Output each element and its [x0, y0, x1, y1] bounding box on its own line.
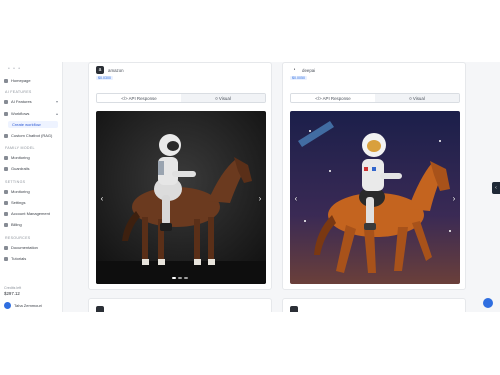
carousel-indicator: [172, 277, 190, 279]
sidebar-group-label: RESOURCES: [5, 236, 31, 240]
card-header: a amazon: [96, 66, 124, 74]
result-card-next-left: [88, 298, 272, 312]
card-icon: [4, 222, 8, 227]
sidebar-item-label: AI Features: [11, 99, 32, 104]
cost-badge: $0.0050: [290, 76, 307, 80]
credits-value: $297.12: [4, 291, 20, 296]
tab-api-response[interactable]: </> API Response: [291, 94, 375, 102]
credits-box: Credits left $297.12: [4, 286, 58, 296]
sidebar-item-ai-features[interactable]: AI Features ▾: [4, 98, 58, 105]
provider-name: amazon: [108, 67, 124, 73]
tab-api-response[interactable]: </> API Response: [97, 94, 181, 102]
sidebar-item-custom-chatbot[interactable]: Custom Chatbot (RAG): [4, 132, 58, 139]
sidebar-item-label: Homepage: [11, 78, 31, 83]
collapse-panel-button[interactable]: ‹: [492, 182, 500, 194]
deepai-logo-icon: ◔: [290, 66, 298, 74]
sidebar-item-label: Monitoring: [11, 189, 30, 194]
shield-icon: [4, 166, 8, 171]
sidebar-item-label: Account Management: [11, 211, 50, 216]
result-card-deepai: ◔ deepai $0.0050 </> API Response ¤ Visu…: [282, 62, 466, 290]
sparkle-icon: [4, 99, 8, 104]
sidebar-item-label: Custom Chatbot (RAG): [11, 133, 53, 138]
provider-logo-icon: [290, 306, 298, 312]
sidebar-item-homepage[interactable]: Homepage: [4, 77, 58, 84]
provider-name: deepai: [302, 67, 316, 73]
user-profile[interactable]: Taha Zemmouri: [4, 302, 42, 309]
chevron-up-icon: ▴: [55, 111, 58, 116]
image-illustration: [290, 111, 460, 284]
sidebar-item-label: Settings: [11, 200, 26, 205]
amazon-logo-icon: a: [96, 66, 104, 74]
sidebar-subitem-create-workflow[interactable]: Create workflow: [8, 121, 58, 128]
tab-visual[interactable]: ¤ Visual: [181, 94, 265, 102]
carousel-next-icon[interactable]: ›: [450, 193, 458, 203]
sidebar-item-label: Billing: [11, 222, 22, 227]
sidebar-item-billing[interactable]: Billing: [4, 221, 58, 228]
card-header: ◔ deepai: [290, 66, 315, 74]
sidebar-item-workflows[interactable]: Workflows ▴: [4, 110, 58, 117]
sidebar-item-monitoring[interactable]: Monitoring: [4, 154, 58, 161]
sidebar-item-label: Tutorials: [11, 256, 27, 261]
sidebar-subitem-label: Create workflow: [12, 122, 41, 127]
avatar: [4, 302, 11, 309]
app-frame: • • • Homepage AI FEATURES AI Features ▾…: [0, 62, 500, 312]
user-name: Taha Zemmouri: [14, 303, 42, 308]
result-card-next-right: [282, 298, 466, 312]
gear-icon: [4, 200, 8, 205]
carousel-prev-icon[interactable]: ‹: [292, 193, 300, 203]
sidebar-item-monitoring-settings[interactable]: Monitoring: [4, 188, 58, 195]
sidebar-group-label: SETTINGS: [5, 180, 26, 184]
sidebar-logo-dots: • • •: [8, 66, 22, 72]
sidebar-item-guardrails[interactable]: Guardrails: [4, 165, 58, 172]
credits-label: Credits left: [4, 286, 22, 290]
generated-image-astronaut-horse-painting: ‹ ›: [290, 111, 460, 284]
monitor-icon: [4, 189, 8, 194]
provider-logo-icon: [96, 306, 104, 312]
play-icon: [4, 256, 8, 261]
result-card-amazon: a amazon $0.0300 </> API Response ¤ Visu…: [88, 62, 272, 290]
doc-icon: [4, 245, 8, 250]
help-chat-button[interactable]: [483, 298, 493, 308]
home-icon: [4, 78, 8, 83]
user-icon: [4, 211, 8, 216]
tab-visual[interactable]: ¤ Visual: [375, 94, 459, 102]
workflow-icon: [4, 111, 8, 116]
sidebar-item-documentation[interactable]: Documentation: [4, 244, 58, 251]
image-illustration: [96, 111, 266, 284]
carousel-prev-icon[interactable]: ‹: [98, 193, 106, 203]
sidebar-item-tutorials[interactable]: Tutorials: [4, 255, 58, 262]
chevron-down-icon: ▾: [55, 99, 58, 104]
view-tabs: </> API Response ¤ Visual: [96, 93, 266, 103]
view-tabs: </> API Response ¤ Visual: [290, 93, 460, 103]
carousel-next-icon[interactable]: ›: [256, 193, 264, 203]
sidebar-item-label: Monitoring: [11, 155, 30, 160]
generated-image-astronaut-horse-photo: ‹ ›: [96, 111, 266, 284]
chatbot-icon: [4, 133, 8, 138]
sidebar: • • • Homepage AI FEATURES AI Features ▾…: [0, 62, 63, 312]
monitor-icon: [4, 155, 8, 160]
sidebar-group-label: FAMILY MODEL: [5, 146, 35, 150]
sidebar-item-label: Documentation: [11, 245, 38, 250]
sidebar-item-account-management[interactable]: Account Management: [4, 210, 58, 217]
sidebar-item-label: Guardrails: [11, 166, 30, 171]
sidebar-item-label: Workflows: [11, 111, 30, 116]
cost-badge: $0.0300: [96, 76, 113, 80]
sidebar-item-settings[interactable]: Settings: [4, 199, 58, 206]
sidebar-group-label: AI FEATURES: [5, 90, 32, 94]
